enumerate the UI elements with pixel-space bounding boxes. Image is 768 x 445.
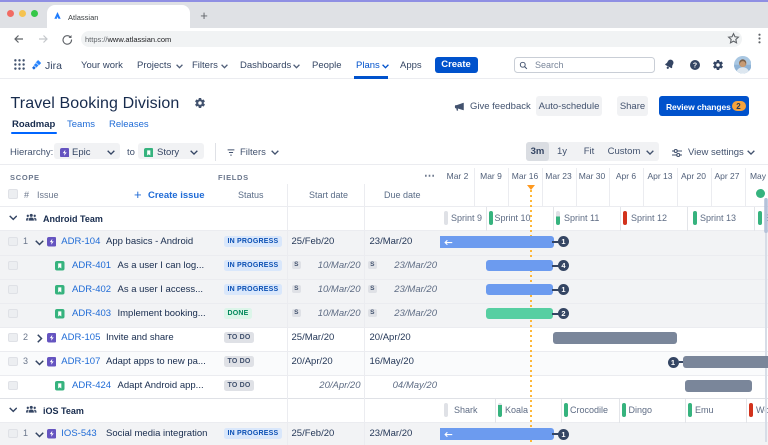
svg-text:?: ? <box>693 63 697 70</box>
